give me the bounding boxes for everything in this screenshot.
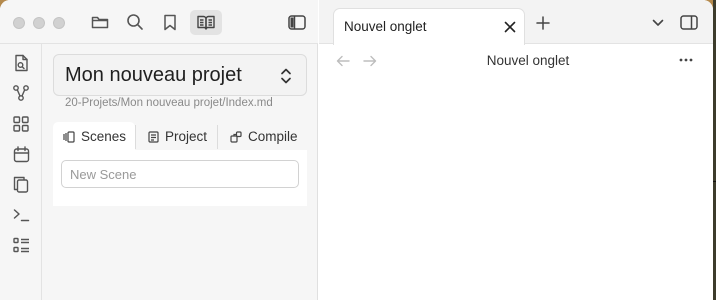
editor-tab-title: Nouvel onglet (344, 19, 427, 34)
minimize-window-button[interactable] (33, 17, 45, 29)
scenes-panel (53, 150, 307, 206)
chevron-down-icon[interactable] (650, 16, 666, 30)
close-window-button[interactable] (13, 17, 25, 29)
sidebar-toggle-icon[interactable] (287, 14, 307, 31)
tab-compile-label: Compile (248, 129, 298, 144)
right-sidebar-toggle-icon[interactable] (679, 14, 699, 31)
view-header: Nouvel onglet (319, 44, 713, 78)
reading-view-icon[interactable] (190, 10, 222, 35)
canvas-icon[interactable] (11, 114, 31, 134)
outline-icon[interactable] (11, 235, 31, 255)
title-bar (0, 0, 318, 44)
chevron-up-down-icon (278, 66, 294, 86)
tab-scenes[interactable]: Scenes (53, 122, 135, 151)
sidebar-tabs: Scenes Project Compile (53, 122, 307, 151)
editor-tab[interactable]: Nouvel onglet (333, 8, 525, 45)
folder-icon[interactable] (90, 13, 110, 31)
project-path: 20-Projets/Mon nouveau projet/Index.md (65, 97, 273, 109)
open-quick-switcher-icon[interactable] (11, 53, 31, 73)
close-tab-icon[interactable] (502, 19, 518, 35)
search-icon[interactable] (125, 13, 145, 31)
app-window: Mon nouveau projet 20-Projets/Mon nouvea… (0, 0, 713, 300)
tab-compile[interactable]: Compile (218, 122, 307, 151)
graph-view-icon[interactable] (11, 83, 31, 103)
left-pane: Mon nouveau projet 20-Projets/Mon nouvea… (0, 0, 318, 300)
ribbon (0, 44, 42, 300)
project-sidebar: Mon nouveau projet 20-Projets/Mon nouvea… (42, 44, 318, 300)
scenes-icon (63, 130, 75, 143)
project-icon (148, 130, 159, 143)
tab-project[interactable]: Project (136, 122, 217, 151)
project-title: Mon nouveau projet (65, 64, 242, 86)
project-selector[interactable]: Mon nouveau projet (53, 54, 307, 96)
zoom-window-button[interactable] (53, 17, 65, 29)
bookmark-icon[interactable] (161, 13, 179, 31)
editor-pane: Nouvel onglet Nouvel onglet (319, 0, 713, 300)
copy-icon[interactable] (11, 174, 31, 194)
view-title: Nouvel onglet (486, 53, 570, 68)
new-tab-icon[interactable] (535, 15, 551, 31)
more-options-icon[interactable] (677, 52, 695, 68)
terminal-icon[interactable] (11, 205, 31, 225)
tab-scenes-label: Scenes (81, 129, 127, 144)
daily-notes-icon[interactable] (11, 144, 31, 164)
tab-bar: Nouvel onglet (319, 0, 713, 45)
tab-project-label: Project (165, 129, 208, 144)
new-scene-input[interactable] (61, 160, 299, 188)
compile-icon (230, 130, 242, 143)
